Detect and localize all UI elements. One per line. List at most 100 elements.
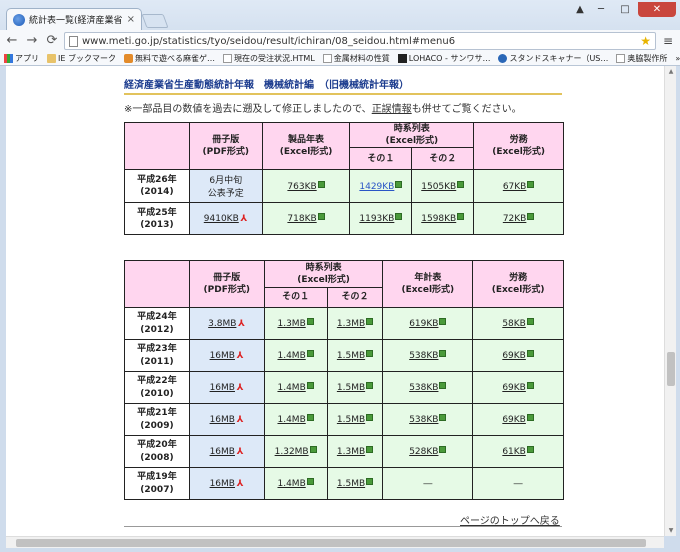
pdf-download-link[interactable]: 16MB: [210, 415, 235, 425]
timeseries2-download-link[interactable]: 1598KB: [421, 214, 456, 224]
products-download-link[interactable]: 718KB: [287, 214, 316, 224]
pdf-download-link[interactable]: 16MB: [210, 447, 235, 457]
page-icon: [322, 54, 332, 63]
timeseries1-download-link[interactable]: 1.32MB: [275, 447, 309, 457]
excel-icon: [527, 180, 535, 188]
table-row: 平成25年 (2013) 9410KB ⅄ 718KB 1193KB 1598KB …: [124, 202, 564, 236]
tab-title: 統計表一覧(経済産業省生: [29, 16, 123, 26]
labor-download-link[interactable]: 61KB: [502, 447, 526, 457]
folder-icon: [47, 54, 56, 63]
vertical-scrollbar[interactable]: ▲ ▼: [664, 66, 676, 536]
table-row: 平成19年 (2007) 16MB ⅄ 1.4MB 1.5MB ― ―: [124, 467, 564, 500]
back-arrow-icon[interactable]: ←: [4, 33, 20, 49]
annual-download-link[interactable]: 538KB: [409, 383, 438, 393]
menu-icon[interactable]: ≡: [660, 34, 676, 48]
bookmark-apps[interactable]: アプリ: [4, 53, 39, 64]
labor-download-link[interactable]: 58KB: [502, 319, 526, 329]
timeseries2-download-link[interactable]: 1505KB: [421, 182, 456, 192]
timeseries1-download-link[interactable]: 1.4MB: [277, 479, 305, 489]
timeseries1-download-link[interactable]: 1.3MB: [277, 319, 305, 329]
mahjong-site-icon: [123, 54, 133, 63]
minimize-icon[interactable]: ─: [590, 2, 612, 17]
pdf-header: 冊子版 (PDF形式): [188, 121, 263, 171]
timeseries-header: 時系列表 (Excel形式): [263, 260, 384, 288]
labor-download-link[interactable]: 72KB: [503, 214, 527, 224]
excel-icon: [526, 382, 534, 389]
annual-download-link[interactable]: 538KB: [409, 415, 438, 425]
pdf-download-link[interactable]: 3.8MB: [208, 319, 236, 329]
labor-download-link[interactable]: 67KB: [503, 182, 527, 192]
labor-download-link[interactable]: 69KB: [502, 383, 526, 393]
pdf-download-link[interactable]: 16MB: [210, 351, 235, 361]
timeseries2-download-link[interactable]: 1.3MB: [337, 447, 365, 457]
page-heading: 経済産業省生産動態統計年報 機械統計編 （旧機械統計年報）: [124, 76, 562, 95]
excel-icon: [309, 446, 317, 453]
maximize-icon[interactable]: □: [614, 2, 636, 17]
bookmark-scanner[interactable]: スタンドスキャナー（US…: [498, 53, 608, 64]
annual-download-link[interactable]: 619KB: [409, 319, 438, 329]
labor-download-link[interactable]: 69KB: [502, 351, 526, 361]
excel-icon: [366, 382, 374, 389]
horizontal-scroll-thumb[interactable]: [16, 539, 646, 547]
bookmark-order-status[interactable]: 現在の受注状況.HTML: [222, 53, 315, 64]
annual-download-link[interactable]: 528KB: [409, 447, 438, 457]
bookmarks-overflow-icon[interactable]: »: [675, 54, 680, 63]
timeseries1-download-link[interactable]: 1193KB: [359, 214, 394, 224]
timeseries1-download-link[interactable]: 1.4MB: [277, 415, 305, 425]
site-favicon-icon: [13, 13, 25, 26]
excel-icon: [366, 350, 374, 357]
labor-download-link[interactable]: 69KB: [502, 415, 526, 425]
timeseries2-download-link[interactable]: 1.5MB: [337, 383, 365, 393]
annual-download-link[interactable]: 538KB: [409, 351, 438, 361]
bookmark-ie-folder[interactable]: IE ブックマーク: [47, 53, 116, 64]
pdf-download-link[interactable]: 16MB: [210, 479, 235, 489]
url-text[interactable]: www.meti.go.jp/statistics/tyo/seidou/res…: [82, 36, 636, 47]
back-to-top-link[interactable]: ページのトップへ戻る: [460, 512, 560, 527]
bookmarks-bar: アプリ IE ブックマーク 無料で遊べる麻雀ゲ… 現在の受注状況.HTML 金属…: [0, 52, 680, 66]
address-bar[interactable]: www.meti.go.jp/statistics/tyo/seidou/res…: [64, 32, 656, 50]
pdf-download-link[interactable]: 9410KB: [204, 214, 239, 224]
excel-icon: [366, 478, 374, 485]
user-icon[interactable]: ▲: [572, 2, 588, 17]
browser-tab[interactable]: 統計表一覧(経済産業省生 ×: [6, 8, 142, 30]
vertical-scroll-thumb[interactable]: [667, 352, 675, 386]
excel-icon: [366, 414, 374, 421]
new-tab-button[interactable]: [141, 14, 169, 28]
pdf-download-link[interactable]: 16MB: [210, 383, 235, 393]
bookmark-mahjong[interactable]: 無料で遊べる麻雀ゲ…: [123, 53, 215, 64]
year-cell: 平成22年 (2010): [124, 371, 190, 404]
timeseries2-download-link[interactable]: 1.5MB: [337, 415, 365, 425]
products-download-link[interactable]: 763KB: [287, 182, 316, 192]
timeseries2-download-link[interactable]: 1.3MB: [337, 319, 365, 329]
excel-icon: [439, 414, 447, 421]
pdf-pending-cell: 6月中旬 公表予定: [188, 169, 263, 204]
excel-icon: [317, 213, 325, 221]
timeseries1-download-link[interactable]: 1.4MB: [277, 351, 305, 361]
bookmark-star-icon[interactable]: ★: [640, 34, 651, 48]
table-row: 平成24年 (2012) 3.8MB ⅄ 1.3MB 1.3MB 619KB 58KB: [124, 307, 564, 340]
reload-icon[interactable]: ⟳: [44, 33, 60, 49]
forward-arrow-icon[interactable]: →: [24, 33, 40, 49]
timeseries-part2-header: その２: [326, 287, 384, 308]
scanner-site-icon: [498, 54, 508, 63]
timeseries2-download-link[interactable]: 1.5MB: [337, 479, 365, 489]
scroll-up-icon[interactable]: ▲: [667, 68, 675, 75]
timeseries2-download-link[interactable]: 1.5MB: [337, 351, 365, 361]
scroll-down-icon[interactable]: ▼: [667, 527, 675, 534]
bookmark-lohaco[interactable]: LOHACO - サンワサ…: [397, 53, 490, 64]
timeseries1-download-link[interactable]: 1.4MB: [277, 383, 305, 393]
excel-icon: [439, 350, 447, 357]
year-header: [124, 260, 190, 308]
excel-icon: [439, 318, 447, 325]
pdf-icon: ⅄: [236, 414, 244, 425]
bookmark-metal-properties[interactable]: 金属材料の性質: [322, 53, 390, 64]
errata-link[interactable]: 正誤情報: [372, 104, 412, 115]
close-window-icon[interactable]: ✕: [638, 2, 676, 17]
timeseries1-download-link[interactable]: 1429KB: [359, 182, 394, 192]
bookmark-okuwaki[interactable]: 奥脇製作所: [616, 53, 667, 64]
excel-icon: [306, 350, 314, 357]
timeseries-part1-header: その１: [263, 287, 328, 308]
table-row: 平成26年 (2014) 6月中旬 公表予定 763KB 1429KB 1505KB…: [124, 169, 564, 204]
tab-close-icon[interactable]: ×: [127, 14, 135, 25]
horizontal-scrollbar[interactable]: [6, 536, 664, 548]
